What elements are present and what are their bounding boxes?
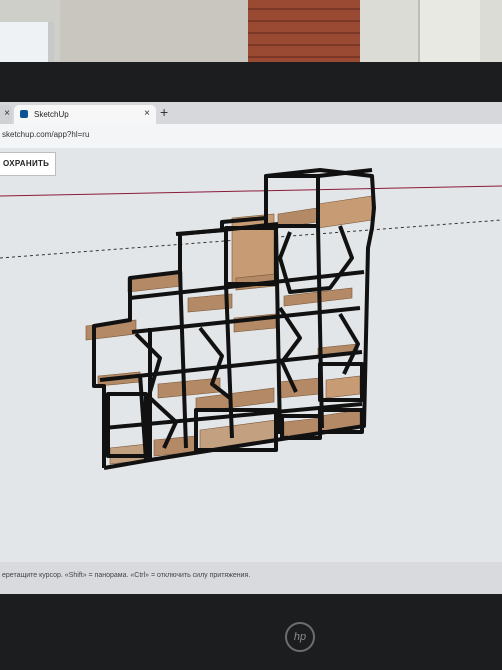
tab-bar: × SketchUp × + — [0, 102, 502, 124]
tab-sketchup[interactable]: SketchUp × — [14, 105, 156, 124]
save-button[interactable]: ОХРАНИТЬ — [0, 152, 57, 176]
red-axis — [0, 185, 502, 197]
tab-previous[interactable]: × — [0, 105, 12, 124]
tab-title: SketchUp — [34, 110, 69, 119]
address-bar[interactable]: sketchup.com/app?hl=ru — [0, 124, 502, 149]
sketchup-viewport[interactable]: ОХРАНИТЬ — [0, 148, 502, 562]
url-text[interactable]: sketchup.com/app?hl=ru — [2, 130, 89, 139]
plus-icon[interactable]: + — [160, 104, 168, 120]
shelving-model[interactable] — [0, 148, 502, 562]
browser-window: × SketchUp × + sketchup.com/app?hl=ru ОХ… — [0, 102, 502, 594]
sketchup-icon — [20, 110, 28, 118]
close-icon[interactable]: × — [4, 108, 10, 119]
status-bar: еретащите курсор. «Shift» = панорама. «C… — [0, 562, 502, 594]
status-message: еретащите курсор. «Shift» = панорама. «C… — [2, 572, 251, 579]
close-icon[interactable]: × — [144, 108, 150, 119]
hp-logo: hp — [285, 622, 315, 652]
